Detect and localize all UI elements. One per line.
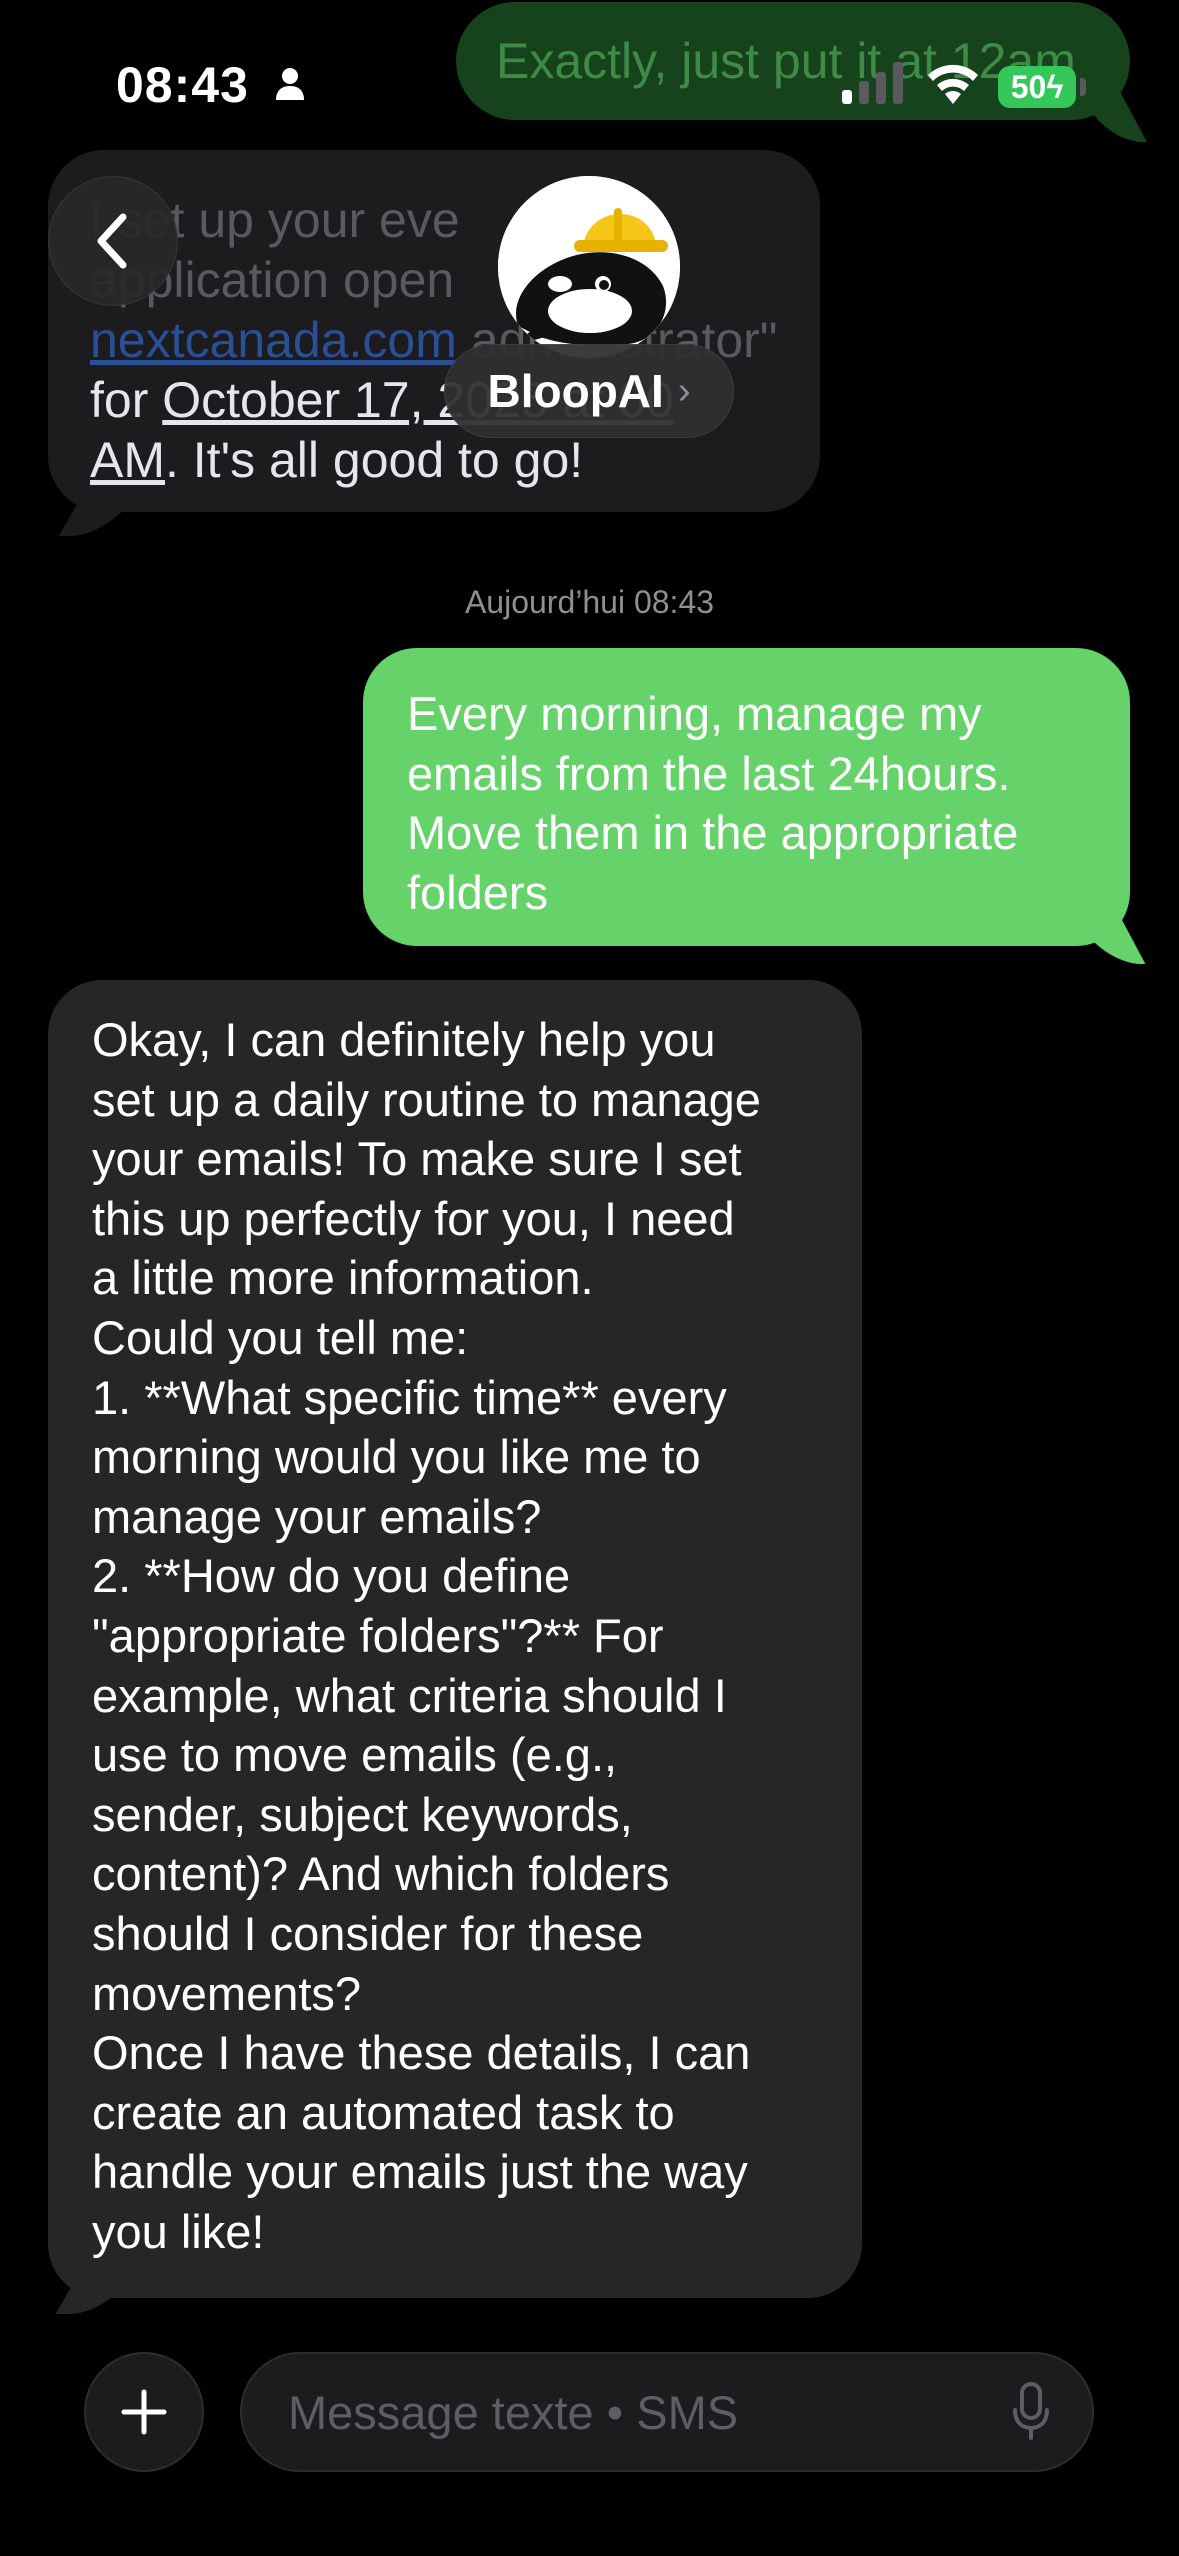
person-icon — [276, 68, 304, 100]
back-button[interactable] — [48, 176, 178, 306]
chevron-left-icon — [97, 213, 127, 269]
message-input-placeholder: Message texte • SMS — [288, 2385, 739, 2439]
cellular-signal-icon — [842, 62, 903, 104]
contact-name-button[interactable]: BloopAI › — [444, 344, 734, 438]
incoming-line: Once I have these details, I can — [92, 2026, 751, 2080]
incoming-line: sender, subject keywords, — [92, 1787, 633, 1841]
contact-avatar[interactable] — [498, 176, 680, 358]
charging-bolt-icon: ϟ — [1046, 69, 1064, 105]
previous-incoming-link[interactable]: nextcanada.com — [90, 312, 457, 368]
incoming-line: example, what criteria should I — [92, 1668, 727, 1722]
incoming-line: a little more information. — [92, 1251, 594, 1305]
incoming-line: Okay, I can definitely help you — [92, 1013, 716, 1066]
add-attachment-button[interactable] — [84, 2352, 204, 2472]
incoming-line: "appropriate folders"?** For — [92, 1608, 664, 1662]
previous-outgoing-text: Exactly, just put it at 12am — [496, 33, 1076, 89]
messages-screen: Exactly, just put it at 12am I set up yo… — [0, 0, 1179, 2556]
incoming-line: manage your emails? — [92, 1489, 542, 1543]
incoming-line: create an automated task to — [92, 2085, 675, 2139]
incoming-line: Could you tell me: — [92, 1310, 469, 1364]
orca-hardhat-avatar-icon — [498, 176, 680, 358]
message-input[interactable]: Message texte • SMS — [240, 2352, 1094, 2472]
outgoing-message-text: Every morning, manage my emails from the… — [407, 687, 1019, 919]
incoming-line: morning would you like me to — [92, 1430, 701, 1484]
incoming-line: handle your emails just the way — [92, 2145, 748, 2199]
incoming-line: this up perfectly for you, I need — [92, 1191, 735, 1245]
battery-cap — [1080, 78, 1086, 96]
battery-indicator: 50ϟ — [998, 66, 1076, 108]
battery-level: 50 — [1010, 69, 1047, 105]
contact-name: BloopAI — [487, 365, 664, 417]
status-time: 08:43 — [116, 57, 249, 113]
outgoing-message-bubble[interactable]: Every morning, manage my emails from the… — [363, 648, 1130, 946]
conversation-timestamp: Aujourd’hui 08:43 — [464, 584, 715, 620]
wifi-icon — [928, 64, 978, 104]
incoming-line: set up a daily routine to manage — [92, 1072, 761, 1126]
microphone-icon[interactable] — [1012, 2382, 1050, 2442]
incoming-line: content)? And which folders — [92, 1847, 670, 1901]
incoming-line: your emails! To make sure I set — [92, 1132, 742, 1186]
chevron-right-icon: › — [677, 369, 691, 412]
plus-icon — [121, 2389, 167, 2435]
incoming-line: 2. **How do you define — [92, 1549, 571, 1603]
incoming-line: you like! — [92, 2204, 265, 2258]
incoming-message-bubble[interactable]: Okay, I can definitely help you set up a… — [48, 980, 862, 2298]
incoming-line: use to move emails (e.g., — [92, 1728, 618, 1782]
previous-incoming-line-5: AM. It's all good to go! — [90, 432, 584, 488]
incoming-line: 1. **What specific time** every — [92, 1370, 727, 1424]
incoming-line: movements? — [92, 1966, 362, 2020]
incoming-line: should I consider for these — [92, 1906, 644, 1960]
